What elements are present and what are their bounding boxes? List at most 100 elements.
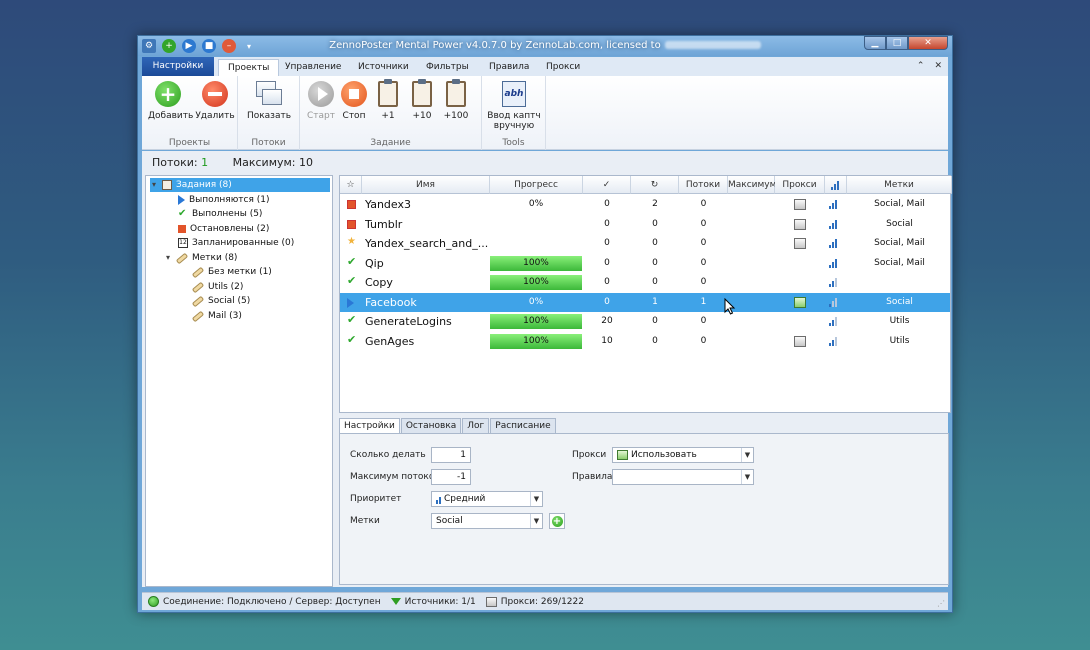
- signal-bar: [832, 300, 834, 307]
- tab-schedule[interactable]: Расписание: [490, 418, 556, 434]
- manual-captcha-button[interactable]: abh Ввод каптч вручную: [486, 81, 542, 131]
- task-grid: ☆ Имя Прогресс ✓ ↻ Потоки Максимум Прокс…: [339, 175, 952, 413]
- priority-signal-icon: [829, 297, 837, 307]
- rules-select[interactable]: ▼: [612, 469, 754, 485]
- tree-done[interactable]: ✔ Выполнены (5): [178, 207, 262, 221]
- stop-button[interactable]: Стоп: [340, 81, 368, 121]
- tree-tag-mail[interactable]: Mail (3): [191, 309, 242, 323]
- tags-cell: Social, Mail: [874, 238, 925, 248]
- tab-log[interactable]: Лог: [462, 418, 490, 434]
- signal-bar: [829, 206, 831, 209]
- signal-bar: [829, 303, 831, 307]
- priority-select[interactable]: Средний ▼: [431, 491, 543, 507]
- plus100-button[interactable]: +100: [440, 79, 472, 121]
- clipboard-icon: [446, 79, 466, 107]
- max-threads-input[interactable]: -1: [431, 469, 471, 485]
- table-row[interactable]: ✔ Qip 100% 0 0 0 Social, Mail: [340, 254, 950, 273]
- ribbon: + Добавить Удалить Проекты Показать Пото…: [142, 76, 948, 150]
- col-status-header[interactable]: ☆: [340, 176, 362, 194]
- done-count-cell: 0: [604, 277, 610, 287]
- tab-sources[interactable]: Источники: [349, 59, 418, 76]
- col-proxy-header[interactable]: Прокси: [775, 176, 825, 194]
- priority-signal-icon: [829, 278, 837, 287]
- start-button[interactable]: Старт: [306, 81, 336, 121]
- table-row[interactable]: ✔ GenerateLogins 100% 20 0 0 Utils: [340, 312, 950, 331]
- collapse-icon[interactable]: ▾: [164, 251, 172, 265]
- tag-icon: [191, 310, 205, 322]
- close-button[interactable]: ✕: [908, 36, 948, 50]
- chevron-down-icon[interactable]: ▼: [741, 448, 753, 462]
- tree-tag-none[interactable]: Без метки (1): [191, 265, 272, 279]
- tree-running[interactable]: Выполняются (1): [178, 193, 270, 207]
- table-row[interactable]: Yandex3 0% 0 2 0 Social, Mail: [340, 195, 950, 214]
- plus1-button[interactable]: +1: [374, 79, 402, 121]
- progress-bar: 0%: [490, 295, 582, 310]
- delete-button[interactable]: Удалить: [194, 81, 236, 121]
- collapse-ribbon-icon[interactable]: ⌃: [917, 61, 925, 71]
- windows-icon: [256, 81, 282, 107]
- tags-value: Social: [436, 516, 463, 526]
- group-task-label: Задание: [370, 138, 411, 148]
- sources-text: Источники: 1/1: [404, 596, 476, 607]
- threads-cell: 0: [700, 335, 707, 346]
- table-row[interactable]: ✔ GenAges 100% 10 0 0 Utils: [340, 332, 950, 351]
- plus10-button[interactable]: +10: [408, 79, 436, 121]
- clipboard-icon: [412, 79, 432, 107]
- col-name-header[interactable]: Имя: [362, 176, 490, 194]
- show-button[interactable]: Показать: [246, 81, 292, 121]
- signal-bar: [835, 278, 837, 287]
- tree-scheduled[interactable]: 12 Запланированные (0): [178, 236, 294, 250]
- group-tools: abh Ввод каптч вручную Tools: [482, 76, 546, 150]
- tab-rules[interactable]: Правила: [480, 59, 538, 76]
- tab-filters[interactable]: Фильтры: [417, 59, 478, 76]
- col-repeat-header[interactable]: ↻: [631, 176, 679, 194]
- tree-tags[interactable]: ▾ Метки (8): [164, 251, 237, 265]
- proxy-select[interactable]: Использовать ▼: [612, 447, 754, 463]
- table-row[interactable]: ★ Yandex_search_and_... 0 0 0 Social, Mail: [340, 234, 950, 253]
- signal-bar: [829, 284, 831, 287]
- tab-task-settings[interactable]: Настройки: [339, 418, 400, 434]
- check-icon: ✔: [347, 313, 357, 326]
- col-threads-header[interactable]: Потоки: [679, 176, 728, 194]
- add-button[interactable]: + Добавить: [148, 81, 193, 121]
- chevron-down-icon[interactable]: ▼: [530, 514, 542, 528]
- resize-grip-icon[interactable]: ⋰: [937, 599, 945, 608]
- tree-tag-social[interactable]: Social (5): [191, 294, 250, 308]
- count-input[interactable]: 1: [431, 447, 471, 463]
- tab-proxy[interactable]: Прокси: [537, 59, 589, 76]
- col-max-header[interactable]: Максимум: [728, 176, 776, 194]
- tab-management[interactable]: Управление: [276, 59, 350, 76]
- col-priority-header[interactable]: [825, 176, 847, 194]
- chevron-down-icon[interactable]: ▼: [530, 492, 542, 506]
- tree-stopped[interactable]: Остановлены (2): [178, 222, 269, 236]
- tag-icon: [175, 252, 189, 264]
- maximize-button[interactable]: □: [886, 36, 908, 50]
- threads-label: Потоки:: [152, 156, 198, 169]
- add-tag-button[interactable]: +: [549, 513, 565, 529]
- main-window: ⚙ + ▶ ■ – ▾ ZennoPoster Mental Power v4.…: [137, 35, 953, 613]
- tags-cell: Social, Mail: [874, 199, 925, 209]
- group-task: Старт Стоп +1 +10 +100 Задание: [300, 76, 482, 150]
- tab-projects[interactable]: Проекты: [218, 59, 280, 76]
- proxy-value: Использовать: [631, 450, 697, 460]
- thread-counters: Потоки: 1 Максимум: 10: [142, 151, 948, 175]
- tab-stop[interactable]: Остановка: [400, 418, 462, 434]
- mouse-cursor-icon: [724, 298, 736, 315]
- chevron-down-icon[interactable]: ▼: [741, 470, 753, 484]
- repeat-count-cell: 0: [652, 335, 658, 346]
- app-menu-button[interactable]: Настройки: [142, 57, 214, 76]
- tree-root[interactable]: ▾ Задания (8): [150, 178, 330, 192]
- progress-text: 100%: [523, 257, 549, 268]
- table-row[interactable]: Facebook 0% 0 1 1 Social: [340, 292, 950, 312]
- minimize-button[interactable]: ▁: [864, 36, 886, 50]
- tags-select[interactable]: Social ▼: [431, 513, 543, 529]
- col-progress-header[interactable]: Прогресс: [490, 176, 583, 194]
- collapse-icon[interactable]: ▾: [150, 178, 158, 192]
- table-row[interactable]: ✔ Copy 100% 0 0 0: [340, 273, 950, 292]
- table-row[interactable]: Tumblr 0 0 0 Social: [340, 215, 950, 234]
- tree-tag-utils[interactable]: Utils (2): [191, 280, 243, 294]
- ribbon-close-icon[interactable]: ✕: [934, 61, 942, 71]
- priority-label: Приоритет: [350, 494, 402, 504]
- col-tags-header[interactable]: Метки: [847, 176, 952, 194]
- col-done-header[interactable]: ✓: [583, 176, 631, 194]
